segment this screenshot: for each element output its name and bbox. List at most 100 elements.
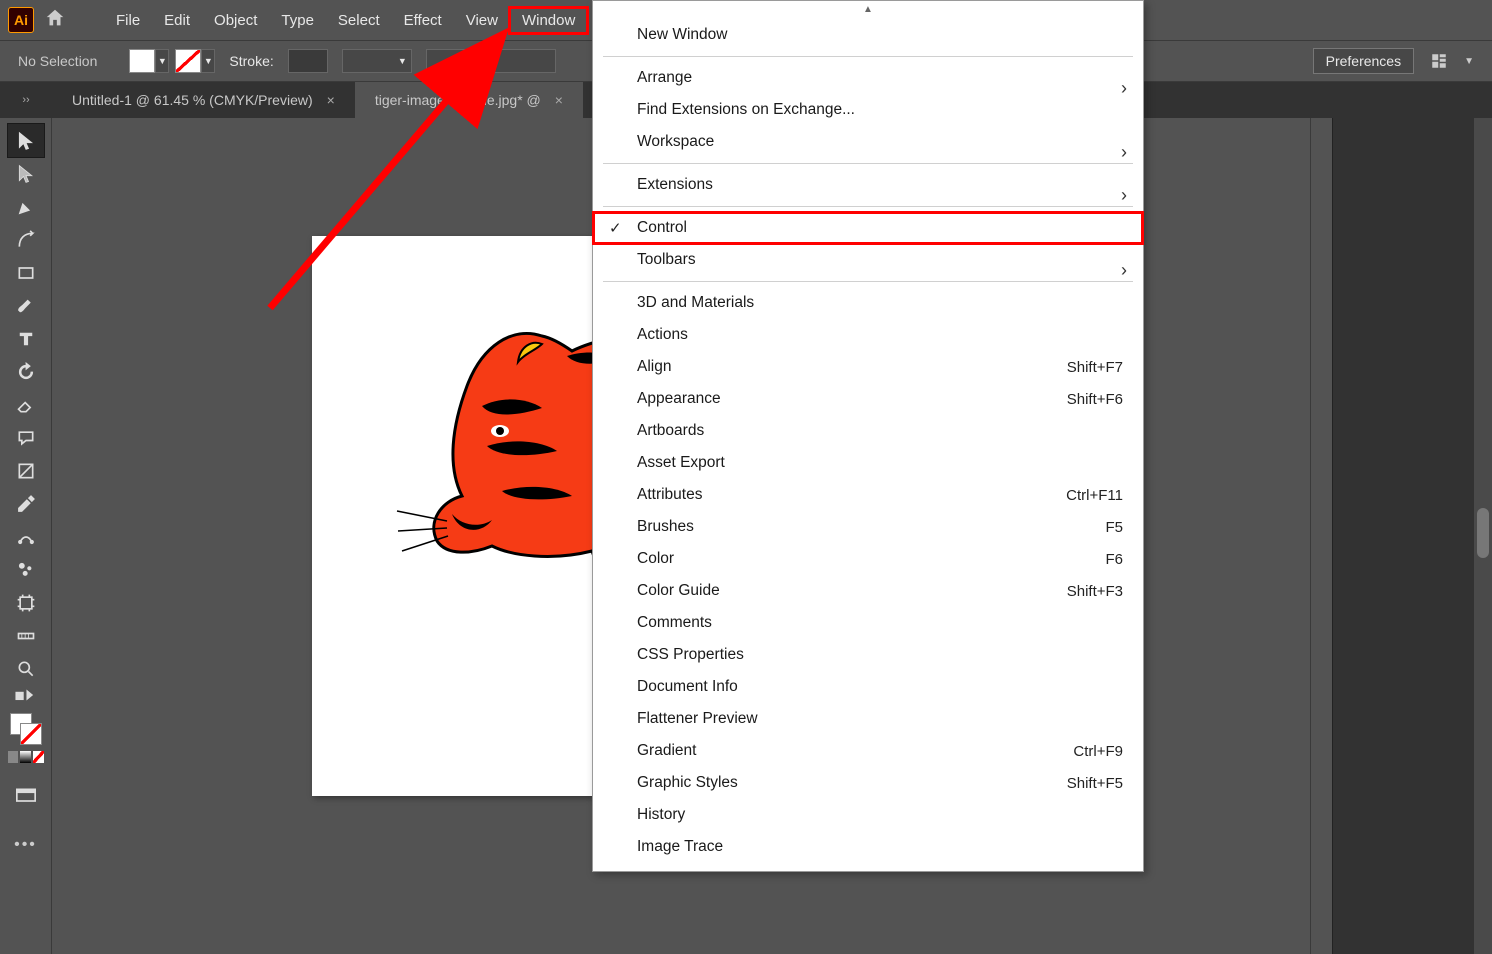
menu-item-label: Graphic Styles: [637, 774, 738, 792]
menu-item-graphic-styles[interactable]: Graphic StylesShift+F5: [593, 767, 1143, 799]
menu-item-extensions[interactable]: Extensions: [593, 169, 1143, 201]
brush-definition-dropdown[interactable]: [426, 49, 556, 73]
document-tab[interactable]: tiger-image-sample.jpg* @×: [355, 82, 583, 118]
screen-mode-icon[interactable]: [8, 779, 44, 812]
menu-item-flattener-preview[interactable]: Flattener Preview: [593, 703, 1143, 735]
menu-item-artboards[interactable]: Artboards: [593, 415, 1143, 447]
menu-item-label: Arrange: [637, 69, 692, 87]
menu-item-comments[interactable]: Comments: [593, 607, 1143, 639]
measure-tool[interactable]: [8, 619, 44, 652]
menu-item-history[interactable]: History: [593, 799, 1143, 831]
menu-scroll-up-icon[interactable]: ▲: [593, 1, 1143, 19]
type-tool[interactable]: [8, 322, 44, 355]
stroke-swatch[interactable]: [175, 49, 201, 73]
menu-window[interactable]: Window: [510, 8, 587, 33]
direct-selection-tool[interactable]: [8, 157, 44, 190]
stroke-dropdown-icon[interactable]: ▼: [201, 49, 215, 73]
fill-swatch[interactable]: [129, 49, 155, 73]
menu-item-align[interactable]: AlignShift+F7: [593, 351, 1143, 383]
menu-edit[interactable]: Edit: [152, 8, 202, 33]
menu-item-label: Extensions: [637, 176, 713, 194]
selection-tool[interactable]: [8, 124, 44, 157]
menu-item-shortcut: Shift+F7: [1067, 359, 1123, 376]
menu-item-toolbars[interactable]: Toolbars: [593, 244, 1143, 276]
menu-item-label: Flattener Preview: [637, 710, 758, 728]
menu-item-document-info[interactable]: Document Info: [593, 671, 1143, 703]
menu-item-label: Document Info: [637, 678, 738, 696]
speech-tool[interactable]: [8, 421, 44, 454]
blend-tool[interactable]: [8, 520, 44, 553]
edit-toolbar-button[interactable]: •••: [8, 818, 44, 851]
menu-item-label: Workspace: [637, 133, 714, 151]
close-icon[interactable]: ×: [555, 92, 563, 108]
menu-item-label: 3D and Materials: [637, 294, 754, 312]
artboard-tool[interactable]: [8, 586, 44, 619]
menu-item-workspace[interactable]: Workspace: [593, 126, 1143, 158]
panel-expander-icon[interactable]: ››: [0, 82, 52, 118]
menu-item-actions[interactable]: Actions: [593, 319, 1143, 351]
menu-item-label: Comments: [637, 614, 712, 632]
menu-item-label: Image Trace: [637, 838, 723, 856]
menu-item-shortcut: F5: [1105, 519, 1123, 536]
menu-item-color[interactable]: ColorF6: [593, 543, 1143, 575]
swap-fill-stroke-icon[interactable]: [8, 685, 44, 705]
menu-item-new-window[interactable]: New Window: [593, 19, 1143, 51]
document-tab-label: Untitled-1 @ 61.45 % (CMYK/Preview): [72, 92, 313, 108]
rectangle-tool[interactable]: [8, 256, 44, 289]
menu-item-label: Color Guide: [637, 582, 720, 600]
menu-file[interactable]: File: [104, 8, 152, 33]
curvature-tool[interactable]: [8, 223, 44, 256]
stroke-label: Stroke:: [229, 53, 273, 69]
paintbrush-tool[interactable]: [8, 289, 44, 322]
draw-modes[interactable]: [8, 751, 44, 765]
fill-dropdown-icon[interactable]: ▼: [155, 49, 169, 73]
menu-separator: [603, 206, 1133, 207]
menu-item-label: Attributes: [637, 486, 702, 504]
menu-item-css-properties[interactable]: CSS Properties: [593, 639, 1143, 671]
menu-separator: [603, 281, 1133, 282]
vertical-scrollbar[interactable]: [1474, 118, 1492, 954]
toolbox: •••: [0, 118, 52, 954]
pen-tool[interactable]: [8, 190, 44, 223]
menu-item-image-trace[interactable]: Image Trace: [593, 831, 1143, 863]
gradient-tool-tool[interactable]: [8, 454, 44, 487]
menu-item-asset-export[interactable]: Asset Export: [593, 447, 1143, 479]
rotate-tool[interactable]: [8, 355, 44, 388]
menu-item-gradient[interactable]: GradientCtrl+F9: [593, 735, 1143, 767]
eraser-tool[interactable]: [8, 388, 44, 421]
chevron-down-icon[interactable]: ▼: [1464, 56, 1474, 67]
home-icon[interactable]: [44, 7, 66, 34]
menu-item-label: Find Extensions on Exchange...: [637, 101, 855, 119]
menu-item-3d-and-materials[interactable]: 3D and Materials: [593, 287, 1143, 319]
menu-item-label: Color: [637, 550, 674, 568]
menu-view[interactable]: View: [454, 8, 510, 33]
symbol-sprayer-tool[interactable]: [8, 553, 44, 586]
menu-item-shortcut: Shift+F6: [1067, 391, 1123, 408]
right-scroll-gutter: [1310, 118, 1332, 954]
menu-object[interactable]: Object: [202, 8, 269, 33]
stroke-profile-dropdown[interactable]: ▼: [342, 49, 412, 73]
menu-effect[interactable]: Effect: [392, 8, 454, 33]
menu-item-appearance[interactable]: AppearanceShift+F6: [593, 383, 1143, 415]
menu-item-label: CSS Properties: [637, 646, 744, 664]
menu-item-control[interactable]: Control: [593, 212, 1143, 244]
document-tab[interactable]: Untitled-1 @ 61.45 % (CMYK/Preview) ×: [52, 82, 355, 118]
eyedropper-tool[interactable]: [8, 487, 44, 520]
right-panel-dock: [1332, 118, 1492, 954]
fill-stroke-indicator[interactable]: [8, 711, 44, 747]
preferences-button[interactable]: Preferences: [1313, 48, 1414, 74]
menu-item-label: History: [637, 806, 685, 824]
menu-item-attributes[interactable]: AttributesCtrl+F11: [593, 479, 1143, 511]
menu-item-label: Brushes: [637, 518, 694, 536]
close-icon[interactable]: ×: [327, 92, 335, 108]
zoom-tool[interactable]: [8, 652, 44, 685]
stroke-weight-field[interactable]: [288, 49, 328, 73]
menu-type[interactable]: Type: [269, 8, 326, 33]
menu-item-find-extensions-on-exchange[interactable]: Find Extensions on Exchange...: [593, 94, 1143, 126]
menu-item-brushes[interactable]: Brushes F5: [593, 511, 1143, 543]
menu-item-arrange[interactable]: Arrange: [593, 62, 1143, 94]
menu-item-label: Gradient: [637, 742, 696, 760]
menu-item-color-guide[interactable]: Color GuideShift+F3: [593, 575, 1143, 607]
panel-dock-icon[interactable]: [1428, 50, 1450, 72]
menu-select[interactable]: Select: [326, 8, 392, 33]
